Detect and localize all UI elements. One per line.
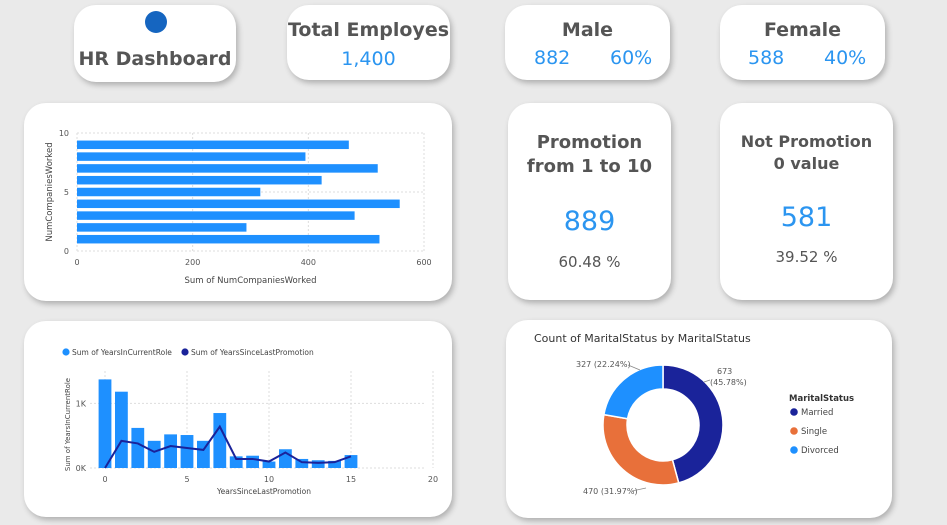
- promotion-percent: 60.48 %: [558, 253, 621, 271]
- female-count: 588: [748, 47, 785, 69]
- x-tick-label: 400: [301, 258, 316, 267]
- male-count: 882: [534, 47, 571, 69]
- female-title: Female: [763, 19, 842, 41]
- years-role-chart: Sum of YearsInCurrentRole Sum of YearsSin…: [62, 348, 438, 496]
- promotion-card: Promotion from 1 to 10 889 60.48 %: [508, 103, 671, 300]
- x-tick-label: 200: [185, 258, 200, 267]
- bar: [311, 460, 325, 468]
- bar: [180, 435, 194, 468]
- logo-icon: [145, 11, 167, 33]
- data-label: (45.78%): [710, 378, 747, 387]
- x-tick-label: 5: [184, 475, 189, 484]
- not-promotion-title-line2: 0 value: [773, 154, 840, 173]
- x-tick-label: 20: [428, 475, 438, 484]
- legend-marker: [62, 348, 70, 356]
- bar: [213, 413, 227, 468]
- data-label: 470 (31.97%): [583, 487, 638, 496]
- not-promotion-value: 581: [780, 202, 833, 233]
- donut-slice: [602, 413, 680, 486]
- bar: [115, 391, 128, 468]
- x-tick-label: 10: [264, 475, 274, 484]
- companies-worked-chart-card: 0 200 400 600 0 5 10 Sum of NumCompaniesWorked N…: [24, 103, 452, 301]
- y-tick-label: 10: [59, 129, 69, 138]
- bar: [246, 455, 259, 468]
- total-employees-card: Total Employes 1,400: [287, 5, 450, 80]
- marital-status-chart: Count of MaritalStatus by MaritalStatus 6…: [534, 332, 854, 496]
- bar: [77, 140, 349, 150]
- y-tick-label: 1K: [76, 399, 87, 408]
- female-card: Female 588 40%: [720, 5, 885, 80]
- x-axis-title: Sum of NumCompaniesWorked: [185, 276, 317, 286]
- data-label: 673: [717, 367, 732, 376]
- x-tick-label: 0: [102, 475, 107, 484]
- bar: [77, 234, 380, 244]
- legend-label: Divorced: [801, 446, 839, 456]
- donut-slice: [603, 364, 664, 420]
- chart-title: Count of MaritalStatus by MaritalStatus: [534, 332, 751, 345]
- not-promotion-percent: 39.52 %: [775, 248, 838, 266]
- bar: [77, 211, 355, 220]
- x-tick-label: 600: [416, 258, 431, 267]
- not-promotion-card: Not Promotion 0 value 581 39.52 %: [720, 103, 893, 300]
- x-axis-title: YearsSinceLastPromotion: [216, 487, 311, 496]
- companies-worked-chart: 0 200 400 600 0 5 10 Sum of NumCompaniesWorked N…: [45, 129, 432, 286]
- bar: [77, 187, 261, 197]
- legend-title: MaritalStatus: [789, 394, 854, 404]
- logo-card: HR Dashboard: [74, 5, 236, 82]
- bar: [98, 379, 112, 468]
- legend-label: Married: [801, 408, 833, 418]
- promotion-title-line1: Promotion: [536, 132, 643, 153]
- bar: [77, 152, 306, 161]
- legend-marker: [790, 408, 798, 416]
- y-tick-label: 0: [64, 247, 69, 256]
- legend-label: Sum of YearsSinceLastPromotion: [191, 348, 314, 357]
- promotion-title-line2: from 1 to 10: [526, 156, 653, 177]
- bar: [77, 175, 322, 185]
- y-axis-title: NumCompaniesWorked: [45, 142, 55, 241]
- y-tick-label: 0K: [76, 464, 87, 473]
- bar: [77, 199, 400, 209]
- total-employees-title: Total Employes: [287, 19, 450, 41]
- marital-status-chart-card: Count of MaritalStatus by MaritalStatus 6…: [506, 320, 892, 518]
- promotion-value: 889: [563, 206, 616, 237]
- female-percent: 40%: [824, 47, 867, 69]
- male-card: Male 882 60%: [505, 5, 670, 80]
- bar: [164, 434, 177, 468]
- x-tick-label: 0: [74, 258, 79, 267]
- data-label: 327 (22.24%): [576, 360, 631, 369]
- not-promotion-title-line1: Not Promotion: [740, 132, 873, 151]
- bar: [77, 223, 247, 232]
- dashboard-title: HR Dashboard: [78, 48, 232, 70]
- male-title: Male: [561, 19, 614, 41]
- legend-marker: [790, 446, 798, 454]
- total-employees-value: 1,400: [341, 48, 396, 70]
- y-tick-label: 5: [64, 188, 69, 197]
- bar: [147, 440, 161, 468]
- legend-marker: [181, 348, 189, 356]
- male-percent: 60%: [610, 47, 653, 69]
- legend-marker: [790, 427, 798, 435]
- y-axis-title: Sum of YearsInCurrentRole: [64, 378, 72, 471]
- legend-label: Sum of YearsInCurrentRole: [72, 348, 172, 357]
- x-tick-label: 15: [346, 475, 356, 484]
- bar: [77, 164, 378, 173]
- bar: [131, 427, 145, 468]
- legend-label: Single: [801, 427, 827, 437]
- years-role-chart-card: Sum of YearsInCurrentRole Sum of YearsSin…: [24, 321, 452, 517]
